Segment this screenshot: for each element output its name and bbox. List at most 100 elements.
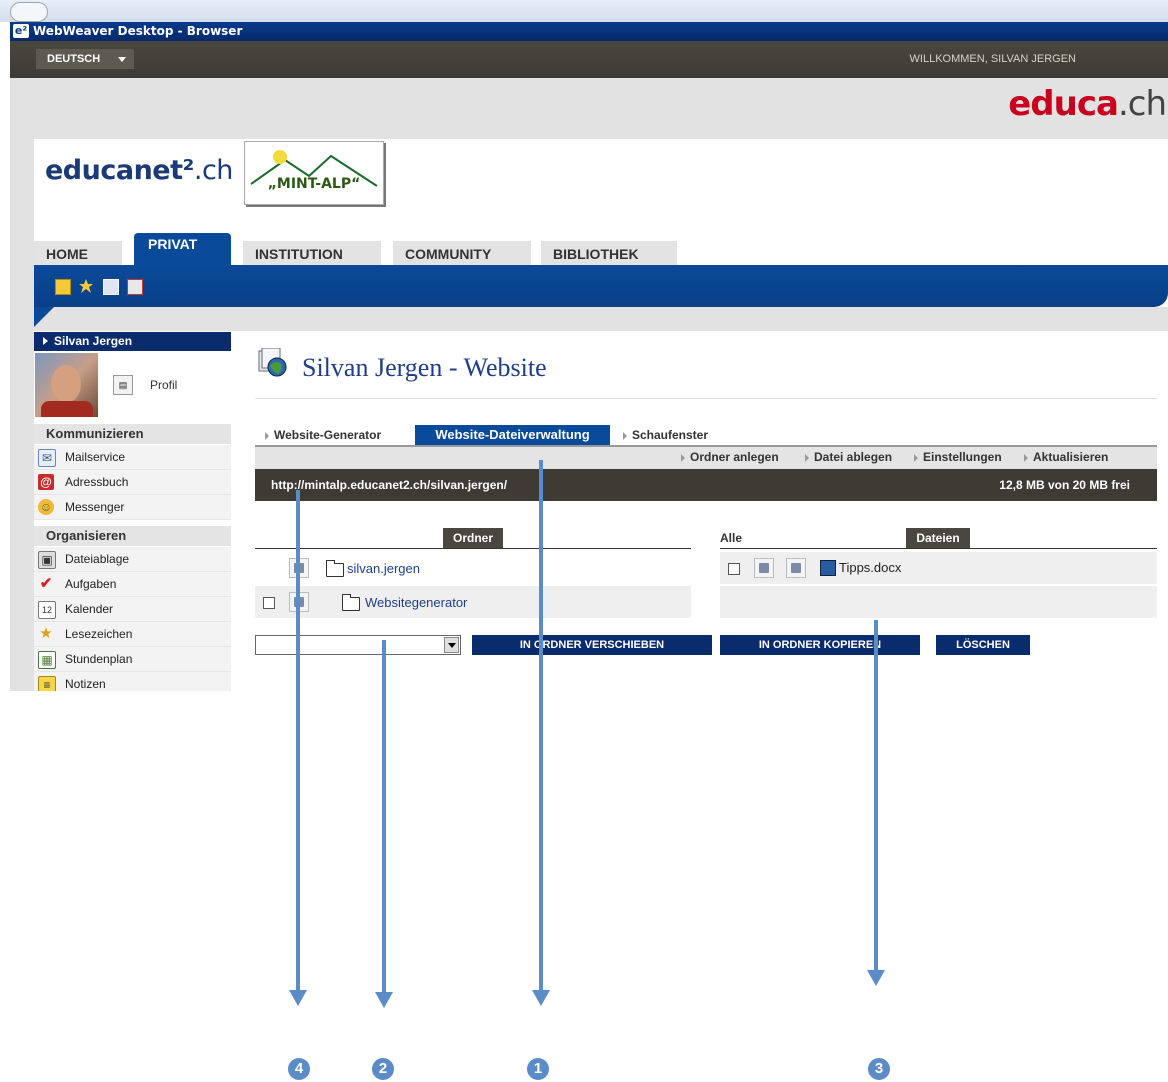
calendar-icon: 12	[38, 601, 56, 619]
window-titlebar: e² WebWeaver Desktop - Browser	[10, 22, 1168, 41]
sun-icon	[273, 150, 287, 164]
sidebar-item-mailservice[interactable]: ✉ Mailservice	[34, 445, 231, 470]
action-label: Datei ablegen	[814, 450, 893, 464]
word-document-icon	[820, 560, 836, 576]
file-add-icon[interactable]	[786, 558, 806, 578]
tab-label: PRIVAT	[148, 236, 198, 252]
folder-link[interactable]: Websitegenerator	[365, 595, 467, 610]
messenger-icon: ☺	[38, 499, 54, 515]
action-ordner-anlegen[interactable]: Ordner anlegen	[681, 450, 779, 464]
educa-logo-grey: .ch	[1117, 84, 1167, 124]
move-to-folder-button[interactable]: IN ORDNER VERSCHIEBEN	[472, 635, 712, 655]
educa-logo[interactable]: educa.ch	[1008, 84, 1167, 124]
welcome-text: WILLKOMMEN, SILVAN JERGEN	[909, 53, 1076, 65]
action-aktualisieren[interactable]: Aktualisieren	[1024, 450, 1108, 464]
action-einstellungen[interactable]: Einstellungen	[914, 450, 1002, 464]
favorite-add-icon[interactable]	[79, 279, 93, 293]
move-icon[interactable]	[754, 558, 774, 578]
triangle-right-icon	[265, 431, 269, 440]
triangle-right-icon	[623, 431, 627, 440]
delete-button[interactable]: LÖSCHEN	[936, 635, 1030, 655]
tab-privat[interactable]: PRIVAT	[134, 233, 231, 265]
select-all-label[interactable]: Alle	[720, 531, 742, 545]
subtab-label: Website-Generator	[274, 428, 382, 442]
sidebar-section-kommunizieren: Kommunizieren	[34, 424, 231, 444]
toolbar-shadow	[34, 307, 1168, 331]
marker-4: 4	[288, 1058, 310, 1080]
annotation-arrow-1	[539, 460, 543, 995]
sidebar-item-aufgaben[interactable]: ✔ Aufgaben	[34, 572, 231, 597]
tab-institution[interactable]: INSTITUTION	[243, 241, 381, 265]
subtab-website-dateiverwaltung[interactable]: Website-Dateiverwaltung	[415, 425, 610, 445]
annotation-arrow-4	[296, 490, 300, 995]
folder-row[interactable]: silvan.jergen	[255, 552, 691, 584]
header-label: Dateien	[916, 531, 960, 545]
sidebar-item-label: Aufgaben	[65, 577, 117, 591]
file-row-empty	[720, 586, 1157, 618]
tab-community[interactable]: COMMUNITY	[393, 241, 531, 265]
section-title: Organisieren	[46, 528, 127, 543]
profile-link[interactable]: Profil	[150, 378, 177, 392]
tab-pointer	[34, 307, 54, 327]
annotation-arrow-3	[874, 620, 878, 975]
triangle-right-icon	[1024, 453, 1028, 462]
sidebar-item-stundenplan[interactable]: ▦ Stundenplan	[34, 647, 231, 672]
file-name[interactable]: Tipps.docx	[839, 560, 901, 575]
notes-icon: ≡	[38, 676, 56, 691]
file-checkbox[interactable]	[728, 563, 740, 575]
arrowhead-icon	[289, 990, 307, 1006]
folder-checkbox[interactable]	[263, 597, 275, 609]
sidebar-item-label: Messenger	[65, 500, 125, 514]
tab-bibliothek[interactable]: BIBLIOTHEK	[541, 241, 677, 265]
profile-card-icon[interactable]: ▤	[113, 375, 133, 395]
os-top-strip	[0, 0, 1168, 22]
folder-link[interactable]: silvan.jergen	[347, 561, 420, 576]
educanet-logo[interactable]: educanet².ch	[45, 155, 233, 186]
language-label: DEUTSCH	[47, 53, 101, 65]
folders-header: Ordner	[443, 528, 503, 548]
sidebar-item-kalender[interactable]: 12 Kalender	[34, 597, 231, 622]
arrowhead-icon	[867, 970, 885, 986]
triangle-right-icon	[43, 337, 48, 345]
sidebar-item-messenger[interactable]: ☺ Messenger	[34, 495, 231, 520]
checkmark-icon: ✔	[39, 575, 53, 592]
title-divider	[255, 398, 1157, 399]
educanet-logo-bold: educanet²	[45, 155, 194, 186]
sidebar-item-label: Dateiablage	[65, 552, 130, 566]
sidebar-user-header[interactable]: Silvan Jergen	[34, 332, 231, 351]
target-folder-select[interactable]	[255, 635, 461, 655]
copy-to-folder-button[interactable]: IN ORDNER KOPIEREN	[720, 635, 920, 655]
file-row[interactable]: Tipps.docx	[720, 552, 1157, 584]
sidebar-item-dateiablage[interactable]: ▣ Dateiablage	[34, 547, 231, 572]
sidebar-item-adressbuch[interactable]: @ Adressbuch	[34, 470, 231, 495]
page-title: Silvan Jergen - Website	[302, 353, 547, 382]
header-label: Ordner	[452, 531, 493, 545]
folder-row[interactable]: Websitegenerator	[255, 586, 691, 618]
marker-1: 1	[527, 1058, 549, 1080]
website-url[interactable]: http://mintalp.educanet2.ch/silvan.jerge…	[271, 478, 507, 492]
window-control-button[interactable]	[10, 2, 48, 22]
timetable-icon: ▦	[38, 651, 56, 669]
tab-home[interactable]: HOME	[34, 241, 122, 265]
storage-quota: 12,8 MB von 20 MB frei	[999, 478, 1130, 492]
tab-label: COMMUNITY	[405, 246, 492, 262]
tab-label: BIBLIOTHEK	[553, 246, 639, 262]
subtab-website-generator[interactable]: Website-Generator	[265, 425, 381, 445]
star-icon: ★	[39, 625, 53, 642]
language-select[interactable]: DEUTSCH	[36, 49, 134, 69]
sidebar-item-notizen[interactable]: ≡ Notizen	[34, 672, 231, 691]
notes-icon[interactable]	[55, 279, 71, 295]
action-datei-ablegen[interactable]: Datei ablegen	[805, 450, 892, 464]
computer-icon[interactable]	[103, 279, 119, 295]
sidebar-item-lesezeichen[interactable]: ★ Lesezeichen	[34, 622, 231, 647]
avatar-face	[51, 365, 81, 403]
mint-alp-logo[interactable]: „MINT-ALP“	[244, 141, 384, 205]
arrowhead-icon	[375, 992, 393, 1008]
triangle-right-icon	[914, 453, 918, 462]
file-storage-icon: ▣	[38, 551, 56, 569]
files-header: Dateien	[906, 528, 970, 548]
chevron-down-icon[interactable]	[444, 637, 459, 653]
subtab-schaufenster[interactable]: Schaufenster	[623, 425, 708, 445]
help-icon[interactable]	[127, 279, 143, 295]
folders-header-line	[255, 548, 691, 549]
